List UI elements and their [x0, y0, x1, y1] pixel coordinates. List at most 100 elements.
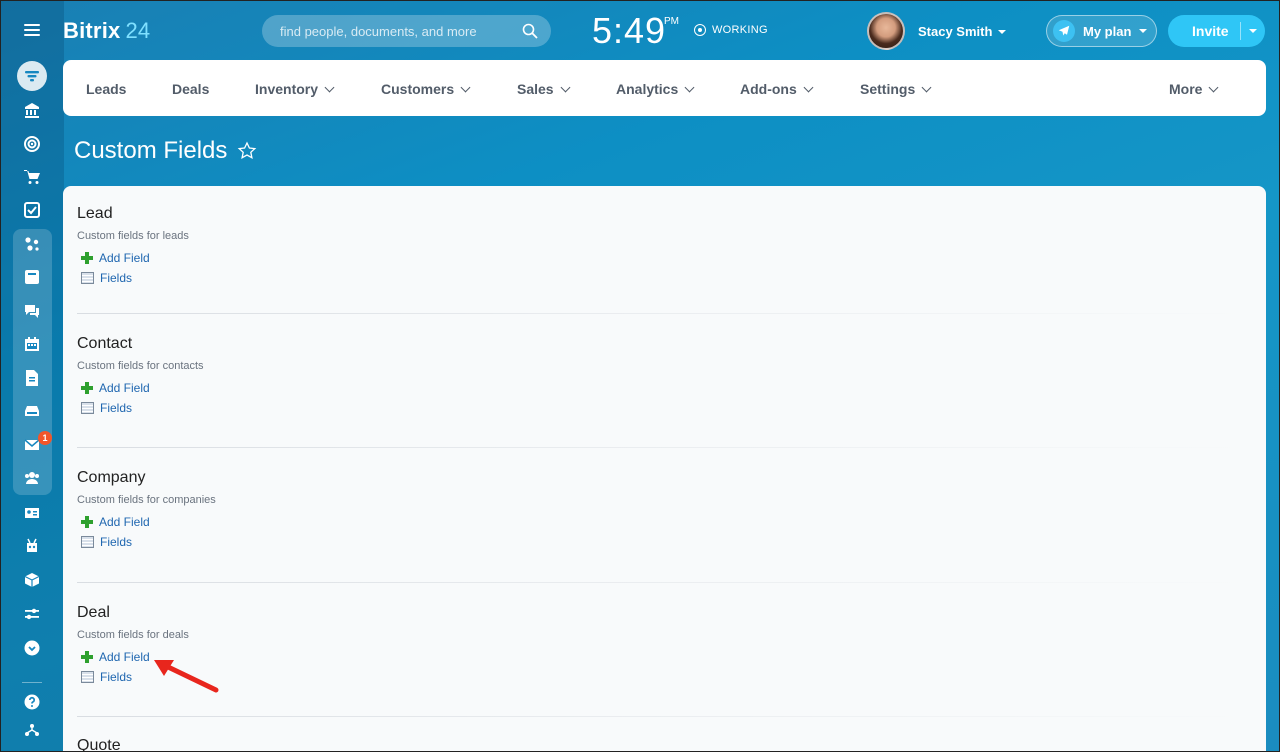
- table-icon: [81, 402, 94, 414]
- search-input[interactable]: [262, 15, 551, 47]
- document-box-icon: [25, 270, 39, 284]
- sidebar-item-tasks[interactable]: [16, 196, 48, 224]
- target-icon: [24, 136, 40, 152]
- user-name: Stacy Smith: [918, 24, 993, 39]
- sidebar-item-chat[interactable]: [16, 297, 48, 325]
- plus-icon: [81, 516, 93, 528]
- id-card-icon: [25, 508, 39, 518]
- clock-ampm: PM: [664, 16, 679, 27]
- sidebar-item-drive[interactable]: [16, 397, 48, 425]
- sidebar-item-sites[interactable]: [16, 230, 48, 258]
- sidebar-divider: [22, 682, 42, 683]
- plus-icon: [81, 382, 93, 394]
- sidebar-item-help[interactable]: [16, 688, 48, 716]
- section-contact: Contact Custom fields for contacts Add F…: [77, 335, 204, 418]
- sidebar-item-structure[interactable]: [16, 716, 48, 744]
- menu-label: Sales: [517, 81, 554, 97]
- fields-label: Fields: [100, 401, 133, 415]
- file-icon: [26, 370, 38, 386]
- sidebar-item-calendar[interactable]: [16, 330, 48, 358]
- add-field-link[interactable]: Add Field: [81, 378, 204, 398]
- table-icon: [81, 671, 94, 683]
- sidebar-item-home[interactable]: [16, 96, 48, 124]
- content-card: Lead Custom fields for leads Add Field F…: [63, 186, 1266, 752]
- app-logo[interactable]: Bitrix 24: [63, 18, 150, 44]
- add-field-link[interactable]: Add Field: [81, 512, 216, 532]
- fields-label: Fields: [100, 670, 133, 684]
- work-status-label: WORKING: [712, 24, 768, 36]
- sidebar-item-crm[interactable]: [17, 61, 47, 91]
- table-icon: [81, 272, 94, 284]
- menu-label: More: [1169, 81, 1203, 97]
- sidebar-item-inventory[interactable]: [16, 566, 48, 594]
- logo-number: 24: [125, 18, 151, 43]
- sidebar-item-robots[interactable]: [16, 532, 48, 560]
- sidebar-item-feed[interactable]: [16, 263, 48, 291]
- chevron-down-circle-icon: [24, 640, 40, 656]
- chevron-down-icon: [803, 82, 814, 92]
- invite-dropdown[interactable]: [1241, 29, 1265, 33]
- left-sidebar: 1: [0, 0, 64, 752]
- plus-icon: [81, 651, 93, 663]
- menu-item-add-ons[interactable]: Add-ons: [740, 81, 814, 97]
- add-field-label: Add Field: [99, 381, 150, 395]
- caret-down-icon: [998, 29, 1007, 34]
- section-title: Quote: [77, 737, 121, 752]
- menu-label: Customers: [381, 81, 455, 97]
- menu-item-settings[interactable]: Settings: [860, 81, 932, 97]
- menu-item-deals[interactable]: Deals: [172, 81, 209, 97]
- search-box[interactable]: [262, 15, 551, 47]
- top-menu: Leads Deals Inventory Customers Sales An…: [63, 60, 1266, 116]
- sidebar-item-more[interactable]: [16, 634, 48, 662]
- avatar[interactable]: [867, 12, 905, 50]
- menu-label: Add-ons: [740, 81, 797, 97]
- section-description: Custom fields for leads: [77, 230, 189, 242]
- users-icon: [25, 472, 39, 484]
- sidebar-item-contacts[interactable]: [16, 499, 48, 527]
- chat-icon: [25, 305, 39, 318]
- page-title-text: Custom Fields: [74, 137, 228, 164]
- sidebar-item-employees[interactable]: [16, 464, 48, 492]
- section-quote: Quote: [77, 737, 121, 752]
- sidebar-item-settings[interactable]: [16, 600, 48, 628]
- section-description: Custom fields for deals: [77, 629, 189, 641]
- section-company: Company Custom fields for companies Add …: [77, 469, 216, 552]
- section-divider: [77, 447, 1253, 448]
- section-title: Company: [77, 469, 146, 486]
- chevron-down-icon: [324, 82, 335, 92]
- calendar-icon: [25, 337, 39, 351]
- search-icon[interactable]: [522, 23, 538, 39]
- menu-item-customers[interactable]: Customers: [381, 81, 471, 97]
- user-menu[interactable]: Stacy Smith: [918, 24, 1007, 39]
- section-description: Custom fields for contacts: [77, 360, 204, 372]
- menu-item-sales[interactable]: Sales: [517, 81, 571, 97]
- funnel-icon: [25, 71, 39, 82]
- logo-brand: Bitrix: [63, 18, 121, 43]
- my-plan-button[interactable]: My plan: [1046, 15, 1157, 47]
- menu-burger-icon[interactable]: [24, 24, 40, 36]
- table-icon: [81, 536, 94, 548]
- chevron-down-icon: [684, 82, 695, 92]
- add-field-label: Add Field: [99, 251, 150, 265]
- fields-link[interactable]: Fields: [81, 398, 204, 418]
- chevron-down-icon: [460, 82, 471, 92]
- page-title: Custom Fields: [74, 137, 257, 165]
- add-field-link[interactable]: Add Field: [81, 248, 189, 268]
- work-status[interactable]: WORKING: [694, 24, 768, 36]
- star-icon[interactable]: [237, 141, 257, 161]
- fields-link[interactable]: Fields: [81, 532, 216, 552]
- caret-down-icon: [1139, 29, 1148, 33]
- menu-item-more[interactable]: More: [1169, 81, 1219, 97]
- menu-item-leads[interactable]: Leads: [86, 81, 126, 97]
- add-field-label: Add Field: [99, 650, 150, 664]
- menu-item-inventory[interactable]: Inventory: [255, 81, 335, 97]
- box-icon: [24, 573, 40, 587]
- clock-time[interactable]: 5:49: [592, 10, 666, 52]
- invite-button[interactable]: Invite: [1168, 15, 1265, 47]
- fields-link[interactable]: Fields: [81, 268, 189, 288]
- sidebar-item-docs[interactable]: [16, 364, 48, 392]
- sidebar-item-shop[interactable]: [16, 163, 48, 191]
- record-icon: [694, 24, 706, 36]
- menu-item-analytics[interactable]: Analytics: [616, 81, 695, 97]
- sidebar-item-goals[interactable]: [16, 130, 48, 158]
